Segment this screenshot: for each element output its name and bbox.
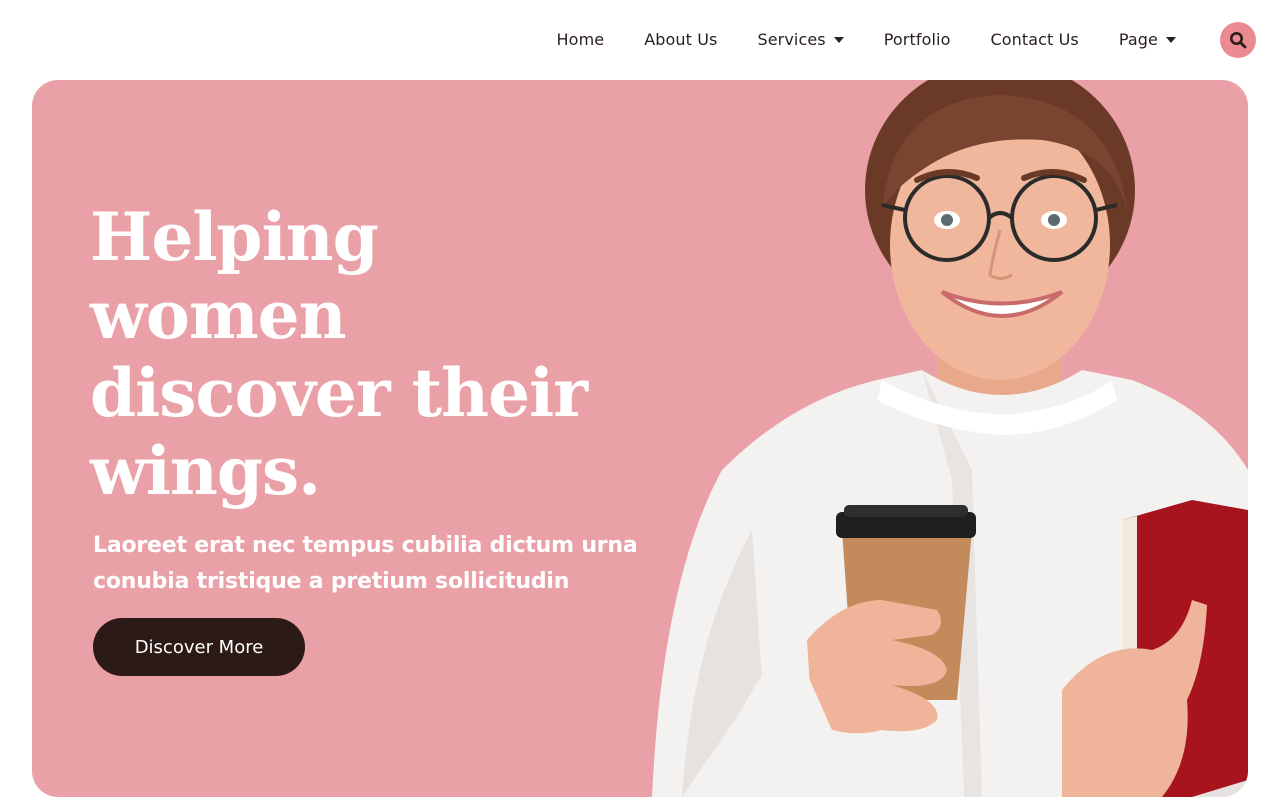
search-button[interactable] — [1220, 22, 1256, 58]
hero-title-line: women — [90, 276, 347, 354]
hero-woman-image — [652, 80, 1248, 797]
nav-item-portfolio[interactable]: Portfolio — [864, 28, 971, 50]
caret-down-icon — [1166, 37, 1176, 43]
hero-title-line: Helping — [90, 198, 379, 276]
nav-item-label: Page — [1118, 29, 1158, 49]
nav-item-label: Services — [757, 29, 826, 49]
hero-subtitle: Laoreet erat nec tempus cubilia dictum u… — [93, 528, 673, 600]
button-label: Discover More — [134, 636, 264, 658]
nav-item-about-us[interactable]: About Us — [624, 28, 737, 50]
hero-subtitle-line: conubia tristique a pretium sollicitudin — [93, 569, 570, 594]
hero-title: Helping women discover their wings. — [90, 198, 650, 510]
top-navigation: Home About Us Services Portfolio Contact… — [0, 0, 1280, 80]
hero-banner: Helping women discover their wings. Laor… — [32, 80, 1248, 797]
nav-item-label: Portfolio — [883, 29, 951, 49]
nav-item-label: Contact Us — [990, 29, 1079, 49]
nav-menu: Home About Us Services Portfolio Contact… — [537, 28, 1196, 50]
hero-title-line: wings. — [90, 432, 321, 510]
search-icon — [1230, 32, 1247, 49]
nav-item-contact-us[interactable]: Contact Us — [970, 28, 1098, 50]
nav-item-services[interactable]: Services — [737, 28, 863, 50]
nav-item-label: Home — [556, 29, 605, 49]
nav-item-page[interactable]: Page — [1099, 28, 1196, 50]
discover-more-button[interactable]: Discover More — [93, 618, 305, 676]
hero-subtitle-line: Laoreet erat nec tempus cubilia dictum u… — [93, 533, 638, 558]
nav-item-home[interactable]: Home — [537, 28, 625, 50]
nav-item-label: About Us — [644, 29, 718, 49]
caret-down-icon — [833, 37, 844, 43]
hero-title-line: discover their — [90, 354, 588, 432]
